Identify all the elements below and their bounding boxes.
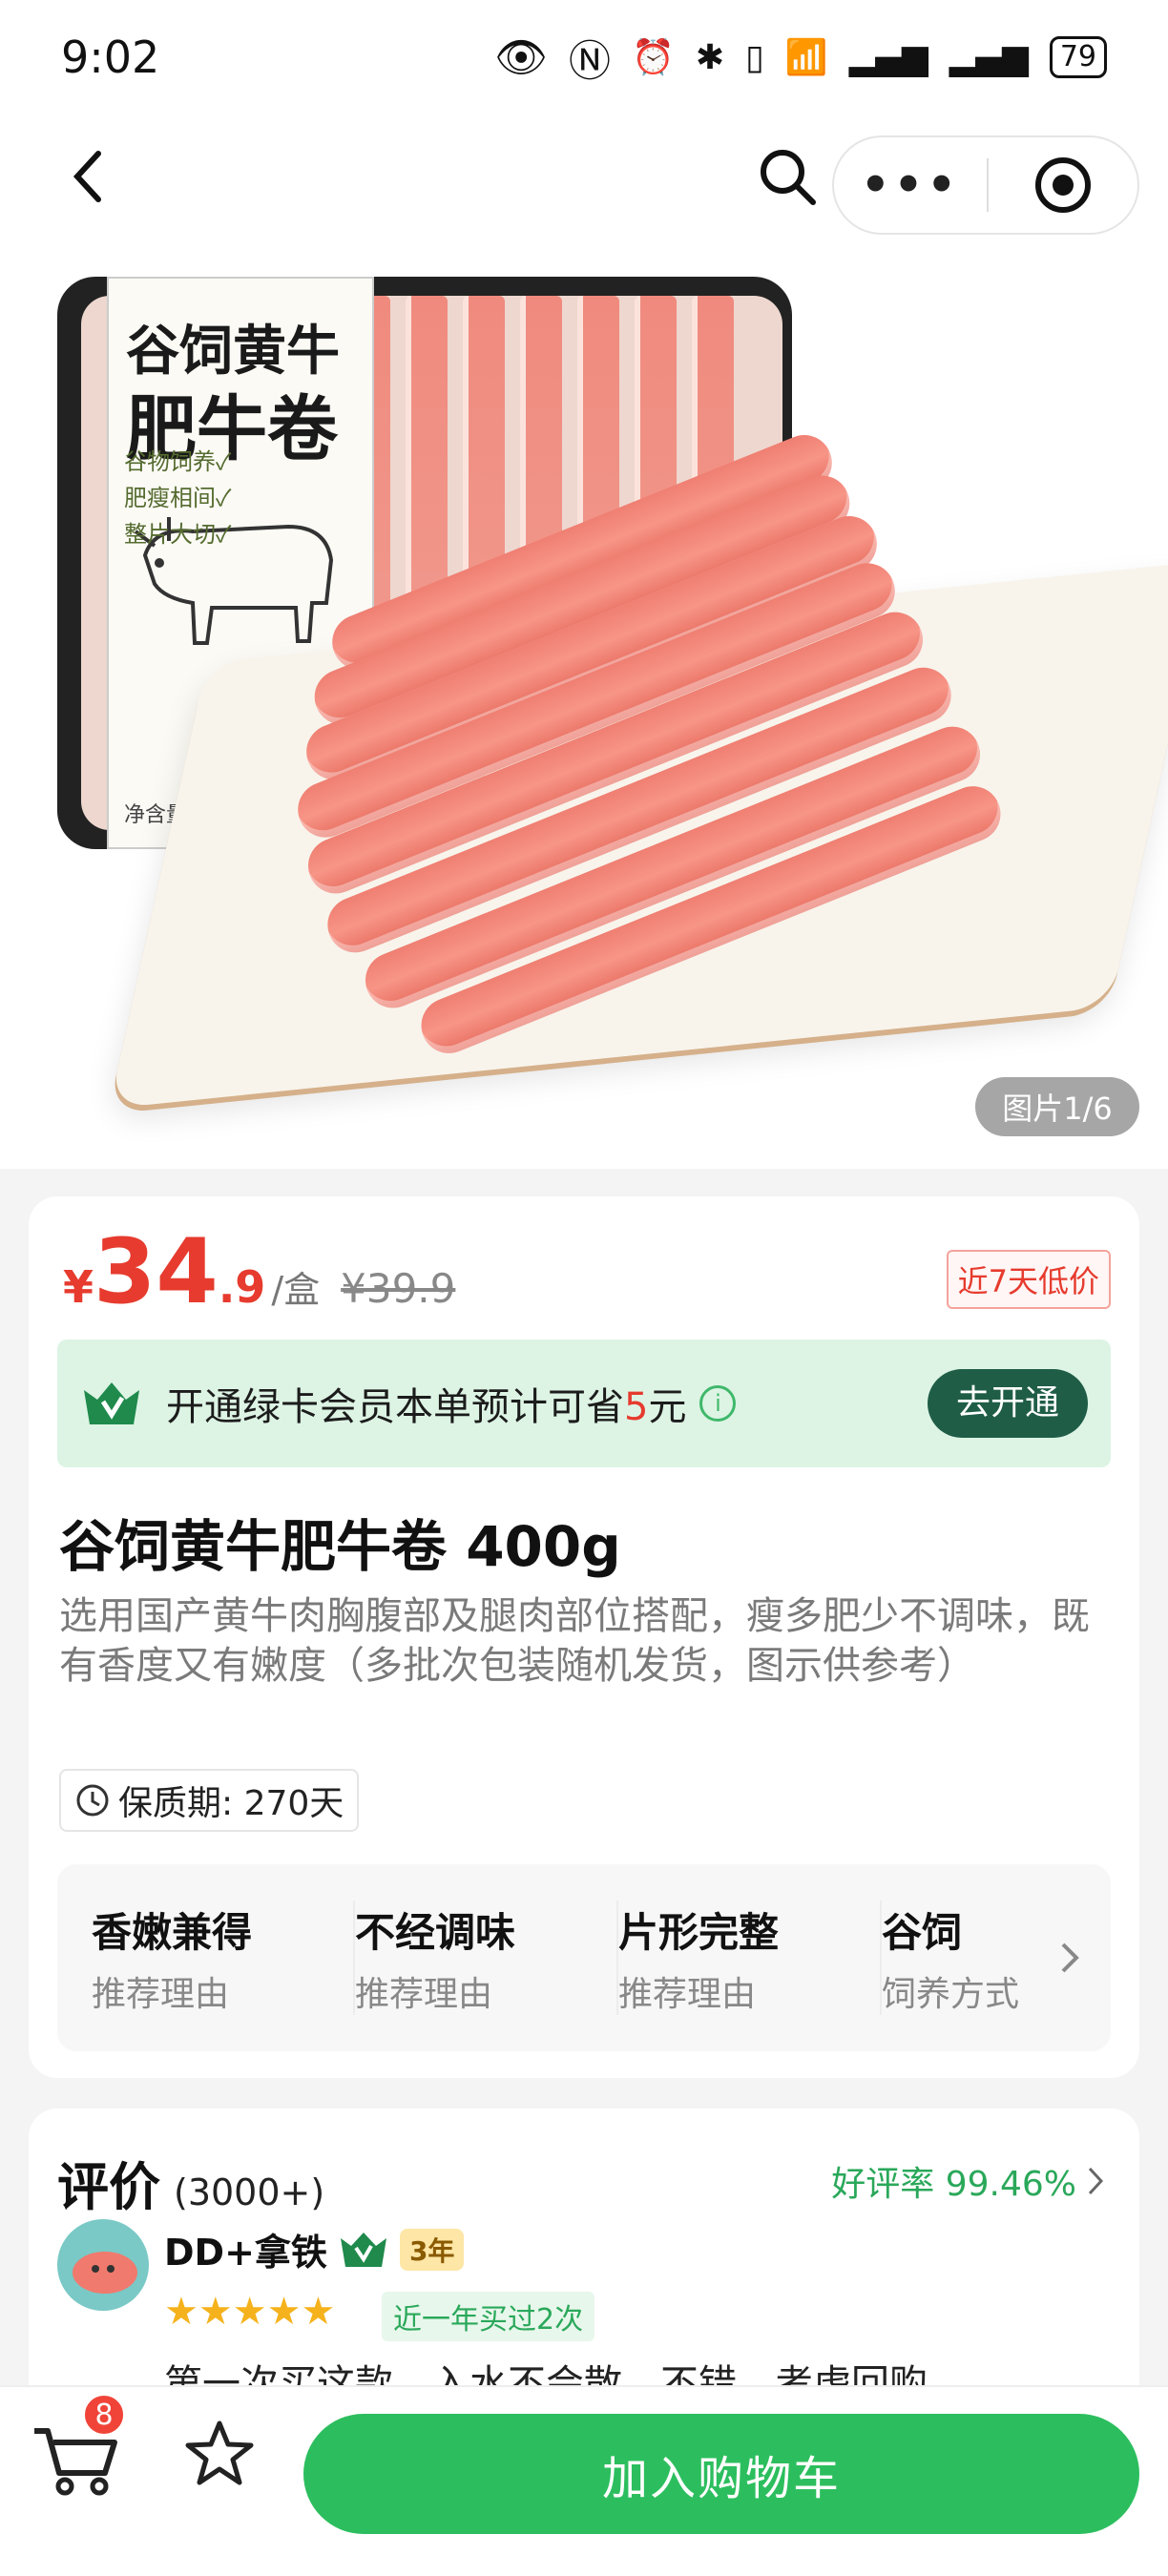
- price-integer: 34: [94, 1220, 219, 1324]
- image-counter: 图片1/6: [975, 1077, 1139, 1136]
- reviews-header: 评价 (3000+): [57, 2145, 324, 2220]
- member-years-badge: 3年: [399, 2228, 465, 2271]
- reviewer-info: DD+拿铁 3年: [164, 2223, 465, 2275]
- star-outline-icon: [185, 2420, 254, 2485]
- battery-indicator: 79: [1049, 36, 1107, 78]
- original-price: ¥39.9: [341, 1265, 456, 1312]
- product-image-carousel[interactable]: 谷饲黄牛 肥牛卷 净含量:400克 谷物饲养✓ 肥瘦相间✓ 整片大切✓ 图片1/…: [0, 114, 1168, 1169]
- bottom-action-bar: 8 加入购物车: [0, 2385, 1168, 2576]
- member-badge-icon: [340, 2232, 386, 2267]
- reason-item: 谷饲 饲养方式: [882, 1901, 1034, 2015]
- reason-item: 香嫩兼得 推荐理由: [92, 1901, 355, 2015]
- package-feature: 谷物饲养✓: [124, 448, 232, 475]
- reason-title: 香嫩兼得: [92, 1908, 253, 1956]
- favorite-button[interactable]: [181, 2416, 258, 2492]
- reason-title: 片形完整: [618, 1908, 780, 1956]
- chevron-right-icon[interactable]: [1052, 1931, 1090, 1984]
- product-description: 选用国产黄牛肉胸腹部及腿肉部位搭配，瘦多肥少不调味，既有香度又有嫩度（多批次包装…: [59, 1594, 1090, 1688]
- wifi-icon: 📶: [784, 38, 828, 77]
- eye-icon: 👁: [494, 33, 549, 82]
- good-rate-link[interactable]: 好评率 99.46%: [831, 2156, 1105, 2206]
- package-feature: 整片大切✓: [124, 521, 232, 548]
- recommend-reasons[interactable]: 香嫩兼得 推荐理由 不经调味 推荐理由 片形完整 推荐理由 谷饲 饲养方式: [57, 1864, 1111, 2051]
- status-icons: 👁 Ⓝ ⏰ ✱ ▯ 📶 ▂▄▆ ▂▄▆ 79: [494, 27, 1107, 88]
- reviews-count: (3000+): [174, 2171, 325, 2213]
- good-rate-text: 好评率 99.46%: [831, 2165, 1076, 2204]
- miniprogram-capsule: •••: [832, 135, 1139, 235]
- reviews-title: 评价: [57, 2157, 160, 2217]
- alarm-icon: ⏰: [632, 38, 675, 77]
- membership-banner[interactable]: 开通绿卡会员本单预计可省5元 i 去开通: [57, 1340, 1111, 1467]
- info-icon[interactable]: i: [699, 1385, 737, 1422]
- product-title: 谷饲黄牛肥牛卷 400g: [59, 1514, 621, 1579]
- reason-subtitle: 饲养方式: [882, 1974, 1020, 2014]
- package-feature: 肥瘦相间✓: [124, 485, 232, 511]
- open-membership-button[interactable]: 去开通: [927, 1369, 1088, 1438]
- reason-item: 片形完整 推荐理由: [618, 1901, 882, 2015]
- reason-subtitle: 推荐理由: [92, 1974, 230, 2014]
- reason-item: 不经调味 推荐理由: [355, 1901, 618, 2015]
- price-decimal: .9: [218, 1261, 266, 1313]
- membership-savings: 5: [624, 1385, 649, 1429]
- reason-title: 不经调味: [355, 1908, 516, 1956]
- back-button[interactable]: [53, 143, 120, 210]
- close-miniprogram-button[interactable]: [989, 137, 1137, 233]
- search-icon: [761, 150, 816, 205]
- rating-stars: ★★★★★: [164, 2290, 336, 2334]
- avatar: [57, 2219, 149, 2311]
- chevron-right-icon: [1088, 2167, 1104, 2195]
- shelf-life-tag: 保质期: 270天: [59, 1769, 360, 1832]
- price-unit: /盒: [271, 1269, 321, 1311]
- reason-subtitle: 推荐理由: [355, 1974, 493, 2014]
- price-currency: ¥: [63, 1261, 94, 1313]
- product-info-card: ¥ 34 .9 /盒 ¥39.9 近7天低价 开通绿卡会员本单预计可省5元 i …: [29, 1196, 1139, 2078]
- search-button[interactable]: [754, 143, 821, 210]
- package-feature-list: 谷物饲养✓ 肥瘦相间✓ 整片大切✓: [124, 444, 231, 552]
- signal-4g-2-icon: ▂▄▆: [949, 37, 1029, 77]
- price-row: ¥ 34 .9 /盒 ¥39.9 近7天低价: [63, 1225, 1111, 1330]
- status-time: 9:02: [61, 31, 160, 83]
- package-label-title-1: 谷饲黄牛: [126, 320, 340, 383]
- reason-subtitle: 推荐理由: [618, 1974, 757, 2014]
- crown-icon: [84, 1382, 139, 1424]
- chevron-left-icon: [73, 151, 101, 202]
- nfc-icon: Ⓝ: [569, 37, 612, 86]
- shelf-life-text: 保质期: 270天: [118, 1784, 344, 1823]
- reviewer-name: DD+拿铁: [164, 2232, 327, 2274]
- add-to-cart-button[interactable]: 加入购物车: [303, 2414, 1139, 2534]
- target-circle-icon: [1035, 157, 1091, 213]
- more-dots-icon: •••: [860, 158, 961, 212]
- signal-4g-icon: ▂▄▆: [848, 37, 928, 77]
- status-bar: 9:02 👁 Ⓝ ⏰ ✱ ▯ 📶 ▂▄▆ ▂▄▆ 79: [0, 0, 1168, 114]
- cart-count-badge: 8: [82, 2393, 126, 2437]
- more-options-button[interactable]: •••: [834, 137, 987, 233]
- reason-title: 谷饲: [882, 1908, 963, 1956]
- clock-icon: [76, 1784, 109, 1817]
- purchase-history-tag: 近一年买过2次: [382, 2292, 595, 2341]
- vibrate-icon: ▯: [745, 37, 764, 77]
- low-price-badge: 近7天低价: [946, 1250, 1111, 1309]
- bluetooth-icon: ✱: [695, 37, 725, 77]
- membership-text: 开通绿卡会员本单预计可省5元: [166, 1385, 687, 1429]
